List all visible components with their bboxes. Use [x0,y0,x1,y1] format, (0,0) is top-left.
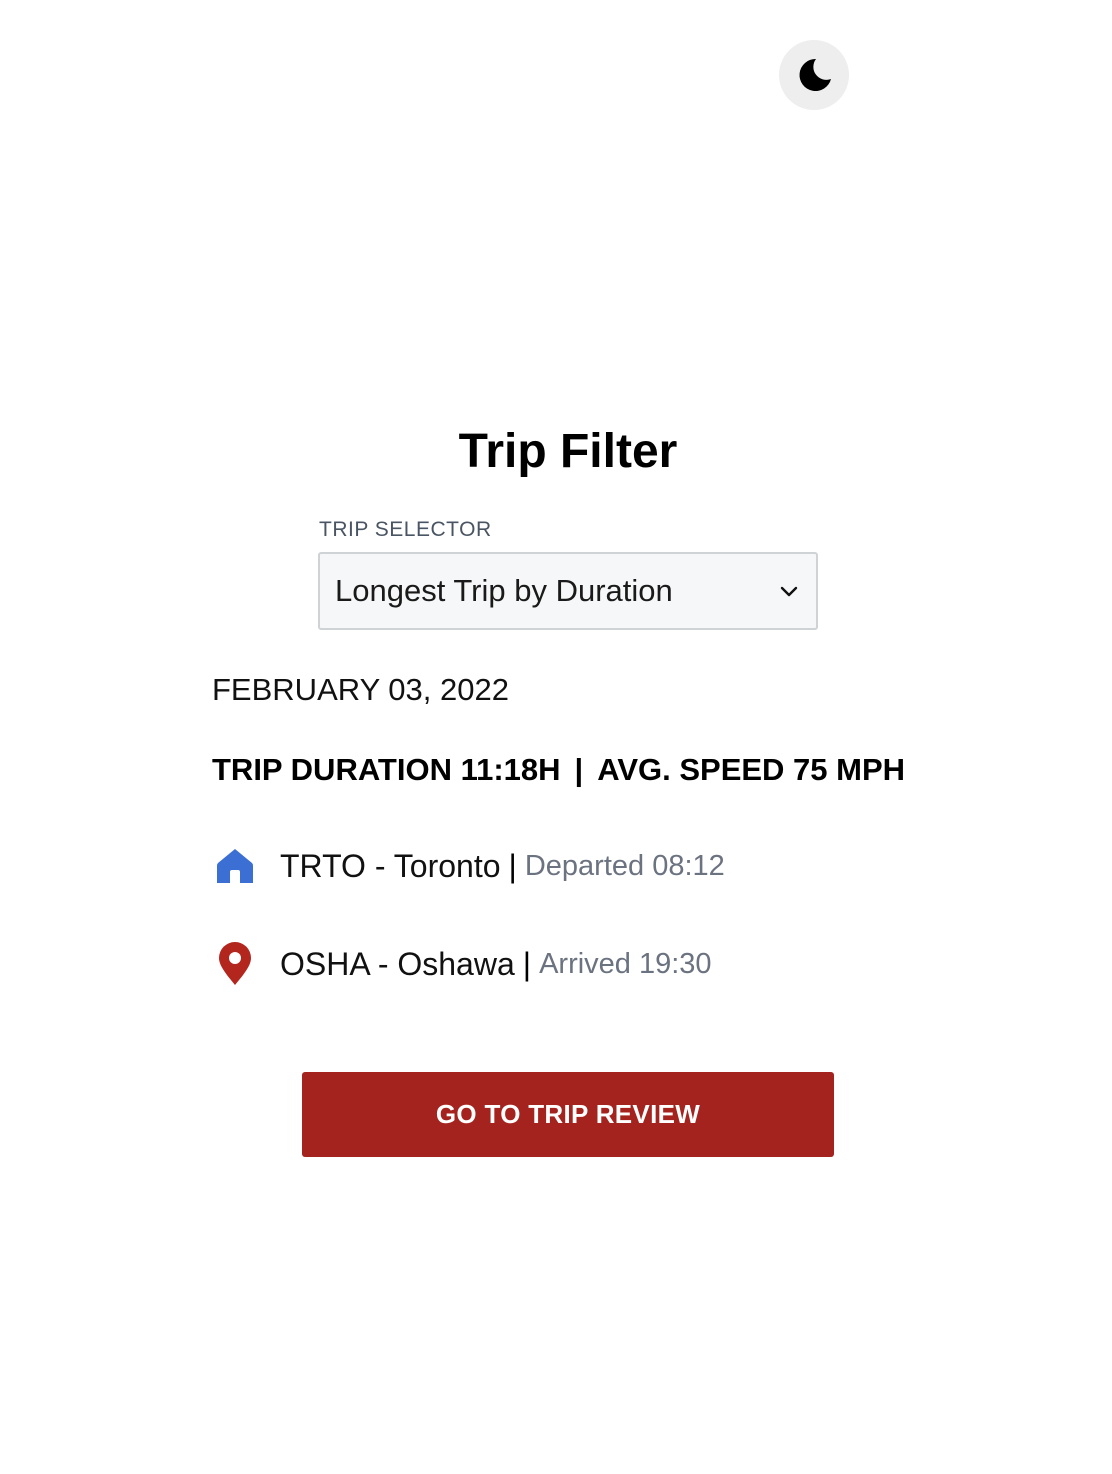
departure-time: Departed 08:12 [524,849,725,882]
trip-filter-page: Trip Filter TRIP SELECTOR Longest Trip b… [0,0,1112,1474]
trip-avg-speed: AVG. SPEED 75 MPH [597,752,906,787]
map-pin-icon [212,940,258,988]
trip-stats: TRIP DURATION 11:18H | AVG. SPEED 75 MPH [212,752,905,788]
departure-row: TRTO - Toronto | Departed 08:12 [212,842,725,890]
trip-selector-dropdown[interactable]: Longest Trip by Duration [318,552,818,630]
trip-date: FEBRUARY 03, 2022 [212,672,509,707]
arrival-row: OSHA - Oshawa | Arrived 19:30 [212,940,712,988]
dark-mode-toggle[interactable] [779,40,849,110]
arrival-place: OSHA - Oshawa [280,945,515,982]
stats-separator: | [574,752,584,787]
trip-duration: TRIP DURATION 11:18H [212,752,561,787]
moon-icon [799,58,831,91]
departure-place: TRTO - Toronto [280,847,501,884]
chevron-down-icon [778,580,800,602]
trip-selector-value: Longest Trip by Duration [335,573,673,608]
arrival-time: Arrived 19:30 [539,947,712,980]
arrival-separator: | [522,945,532,982]
page-title: Trip Filter [458,425,678,478]
home-icon [212,842,258,890]
go-to-trip-review-button[interactable]: GO TO TRIP REVIEW [302,1072,834,1157]
departure-separator: | [508,847,517,884]
trip-selector-label: TRIP SELECTOR [319,518,492,541]
